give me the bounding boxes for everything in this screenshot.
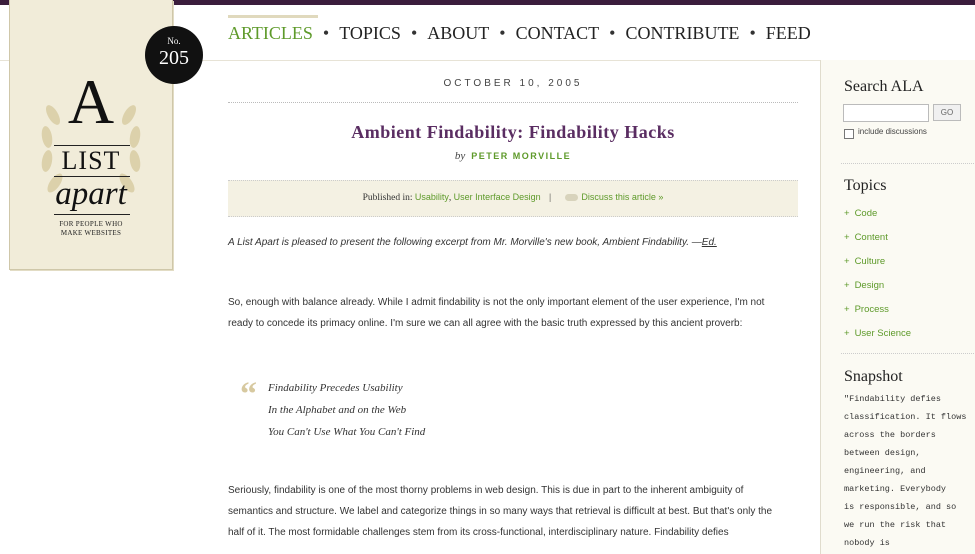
- category-ui-design[interactable]: User Interface Design: [454, 192, 541, 202]
- topic-label: Content: [854, 232, 888, 243]
- nav-separator: •: [499, 23, 506, 43]
- sidebar: Search ALA GO include discussions Topics…: [820, 60, 975, 554]
- nav-contact[interactable]: CONTACT: [516, 23, 600, 43]
- divider: [841, 163, 975, 164]
- issue-number: 205: [159, 47, 189, 69]
- bullet-icon: +: [844, 304, 850, 315]
- nav-separator: •: [609, 23, 616, 43]
- topic-link-user-science[interactable]: + User Science: [844, 328, 911, 339]
- quote-line: You Can't Use What You Can't Find: [268, 426, 426, 438]
- bullet-icon: +: [844, 328, 850, 339]
- quote-line: In the Alphabet and on the Web: [268, 404, 407, 416]
- article-title: Ambient Findability: Findability Hacks: [351, 122, 675, 142]
- topic-label: Code: [854, 208, 878, 219]
- topic-label: Design: [854, 280, 885, 291]
- topic-link-code[interactable]: + Code: [844, 208, 877, 219]
- bullet-icon: +: [844, 280, 850, 291]
- include-discussions-label: include discussions: [858, 127, 927, 136]
- bullet-icon: +: [844, 256, 850, 267]
- topic-link-design[interactable]: + Design: [844, 280, 884, 291]
- nav-topics[interactable]: TOPICS: [339, 23, 401, 43]
- nav-separator: •: [410, 23, 418, 43]
- snapshot-line: we run the risk that: [844, 520, 947, 530]
- quote-mark-icon: “: [240, 376, 257, 413]
- author-link[interactable]: PETER MORVILLE: [471, 151, 571, 161]
- nav-separator: •: [322, 23, 330, 43]
- published-in-box: Published in: Usability, User Interface …: [228, 180, 798, 217]
- logo-word-list: LIST: [61, 146, 121, 175]
- search-input[interactable]: [843, 104, 929, 122]
- logo-word-apart: apart: [55, 176, 127, 212]
- nav-articles[interactable]: ARTICLES: [228, 23, 313, 43]
- logo-tagline: FOR PEOPLE WHO MAKE WEBSITES: [10, 220, 172, 238]
- active-nav-indicator: [228, 15, 318, 18]
- body-paragraph: So, enough with balance already. While I…: [228, 297, 765, 329]
- logo-rule: [54, 214, 130, 215]
- topic-label: Process: [854, 304, 889, 315]
- snapshot-line: is responsible, and so: [844, 502, 957, 512]
- nav-separator: •: [749, 23, 756, 43]
- body-paragraph: Seriously, findability is one of the mos…: [228, 485, 773, 538]
- bullet-icon: +: [844, 232, 850, 243]
- topic-label: User Science: [854, 328, 912, 339]
- quote-line: Findability Precedes Usability: [268, 382, 403, 394]
- snapshot-line: engineering, and: [844, 466, 926, 476]
- topic-link-process[interactable]: + Process: [844, 304, 889, 315]
- snapshot-line: marketing. Everybody: [844, 484, 947, 494]
- published-in-line: Published in: Usability, User Interface …: [228, 192, 798, 203]
- intro-paragraph: A List Apart is pleased to present the f…: [228, 232, 773, 253]
- nav-contribute[interactable]: CONTRIBUTE: [625, 23, 739, 43]
- snapshot-line: "Findability defies: [844, 394, 941, 404]
- published-in-label: Published in:: [362, 193, 413, 203]
- go-button[interactable]: GO: [933, 104, 961, 121]
- bullet-icon: +: [844, 208, 850, 219]
- speech-bubble-icon: [565, 194, 579, 202]
- discuss-link[interactable]: Discuss this article »: [581, 192, 663, 202]
- logo-letter: A: [67, 66, 115, 137]
- byline: by PETER MORVILLE: [228, 150, 798, 162]
- category-comma: ,: [448, 193, 452, 203]
- nav-about[interactable]: ABOUT: [427, 23, 489, 43]
- divider: [228, 102, 798, 103]
- divider: [841, 353, 975, 354]
- article-date: OCTOBER 10, 2005: [443, 78, 583, 89]
- issue-prefix: No.: [167, 36, 181, 46]
- category-usability[interactable]: Usability: [415, 192, 449, 202]
- byline-by: by: [454, 150, 466, 162]
- snapshot-title: Snapshot: [844, 368, 903, 385]
- nav-items: ARTICLES • TOPICS • ABOUT • CONTACT • CONTRIBUTE…: [228, 23, 811, 44]
- snapshot-line: classification. It flows: [844, 412, 967, 422]
- issue-badge: No. 205: [145, 26, 203, 84]
- search-title: Search ALA: [844, 78, 924, 95]
- nav-feed[interactable]: FEED: [766, 23, 811, 43]
- include-discussions-checkbox[interactable]: [844, 129, 854, 139]
- snapshot-line: between design,: [844, 448, 921, 458]
- topic-label: Culture: [854, 256, 886, 267]
- tagline-line: FOR PEOPLE WHO: [59, 220, 123, 228]
- topic-link-culture[interactable]: + Culture: [844, 256, 885, 267]
- intro-text: A List Apart is pleased to present the f…: [228, 237, 702, 248]
- snapshot-line: nobody is: [844, 538, 890, 548]
- snapshot-line: across the borders: [844, 430, 936, 440]
- topic-link-content[interactable]: + Content: [844, 232, 888, 243]
- topics-title: Topics: [844, 177, 887, 194]
- tagline-line: MAKE WEBSITES: [60, 229, 122, 237]
- editor-link[interactable]: Ed.: [702, 237, 717, 248]
- snapshot-text: "Findability defies classification. It f…: [844, 390, 975, 552]
- pipe: |: [549, 193, 551, 203]
